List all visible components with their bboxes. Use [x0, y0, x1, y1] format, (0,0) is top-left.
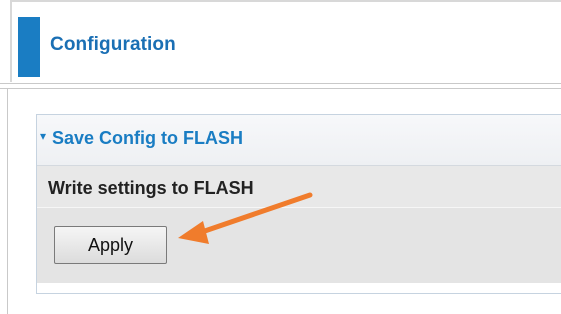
description-text: Write settings to FLASH: [48, 178, 254, 198]
panel-header[interactable]: ▾ Save Config to FLASH: [37, 115, 561, 166]
page-header: Configuration: [18, 17, 561, 77]
frame-top-border: [10, 0, 561, 2]
content-top-border: [0, 88, 561, 89]
frame-left-border: [10, 0, 12, 82]
page-title: Configuration: [50, 34, 176, 55]
page: Configuration ▾ Save Config to FLASH Wri…: [0, 0, 561, 314]
content-left-border: [7, 88, 8, 314]
header-divider: [0, 83, 561, 84]
description-row: Write settings to FLASH: [37, 166, 561, 208]
collapse-triangle-icon[interactable]: ▾: [40, 129, 46, 143]
save-config-panel: ▾ Save Config to FLASH Write settings to…: [36, 114, 561, 294]
header-accent-bar: [18, 17, 40, 77]
apply-button[interactable]: Apply: [54, 226, 167, 264]
panel-title: Save Config to FLASH: [52, 128, 244, 148]
